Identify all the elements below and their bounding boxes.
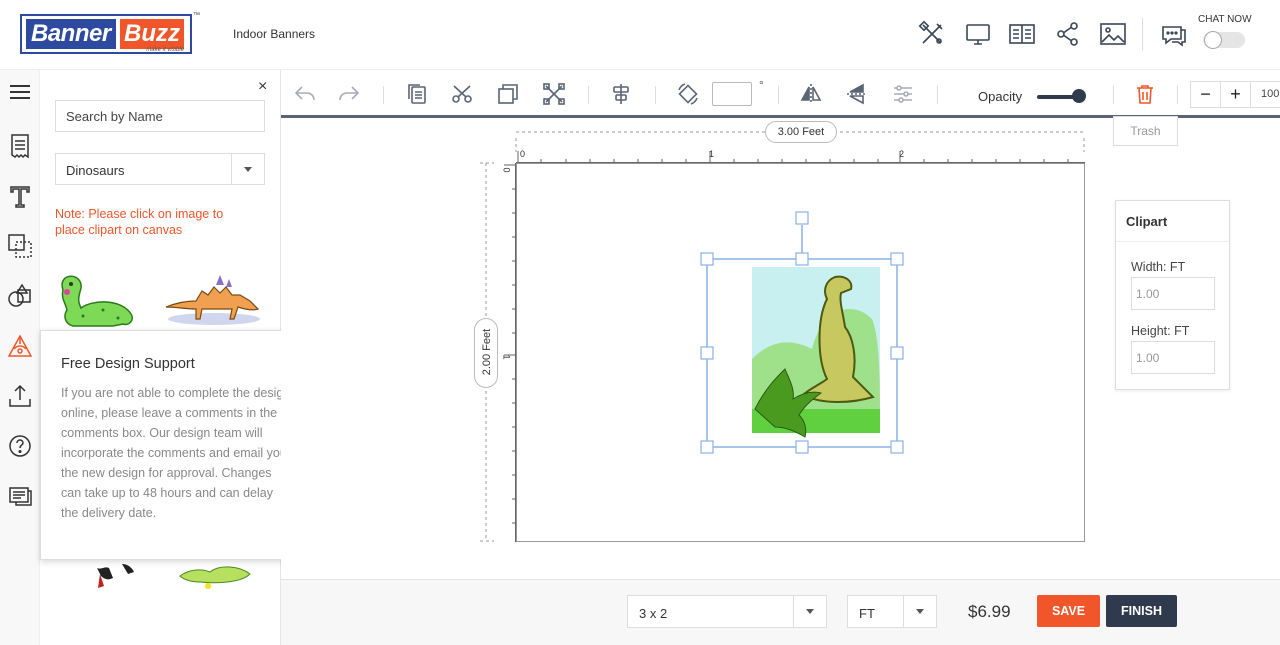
flip-vertical-icon[interactable] — [845, 82, 869, 106]
price-display: $6.99 — [968, 602, 1011, 621]
rotate-icon[interactable] — [676, 82, 700, 106]
trash-tooltip: Trash — [1113, 116, 1178, 146]
menu-icon[interactable] — [6, 78, 34, 106]
category-select-value: Dinosaurs — [66, 163, 125, 178]
image-gallery-icon[interactable] — [1099, 20, 1127, 48]
clipart-note: Note: Please click on image to place cli… — [55, 207, 224, 237]
unit-select[interactable]: FT — [847, 595, 937, 628]
clipart-icon[interactable] — [6, 332, 34, 360]
canvas-width-label: 3.00 Feet — [765, 121, 837, 143]
adjustments-icon[interactable] — [891, 82, 915, 106]
design-canvas[interactable] — [516, 163, 1085, 542]
zoom-out-button[interactable]: − — [1191, 82, 1221, 107]
delete-x-icon[interactable] — [542, 82, 566, 106]
top-header: Banner Buzz make it visible ™ Indoor Ban… — [0, 0, 1280, 70]
clipart-height-label: Height: FT — [1131, 324, 1190, 338]
clipart-dino-green[interactable] — [53, 270, 163, 336]
undo-icon[interactable] — [293, 82, 317, 106]
rotation-input[interactable] — [712, 82, 752, 106]
category-select[interactable]: Dinosaurs — [55, 153, 265, 185]
cut-icon[interactable] — [450, 82, 474, 106]
chat-icon[interactable] — [1160, 21, 1188, 49]
logo-tagline: make it visible — [146, 47, 184, 53]
top-ruler — [516, 151, 1085, 163]
zoom-value[interactable]: 100 — [1261, 88, 1279, 100]
templates-icon[interactable] — [6, 132, 34, 160]
clipart-width-input[interactable]: 1.00 — [1131, 277, 1215, 310]
clipart-width-label: Width: FT — [1131, 260, 1186, 274]
chat-now-label: CHAT NOW — [1198, 14, 1252, 25]
chevron-down-icon — [903, 596, 936, 627]
redo-icon[interactable] — [337, 82, 361, 106]
upload-icon[interactable] — [6, 382, 34, 410]
preview-monitor-icon[interactable] — [964, 20, 992, 48]
toolbar-divider — [1177, 86, 1178, 104]
clipart-dino-ankylosaur[interactable] — [162, 273, 268, 327]
ruler-top-label-0: 0 — [520, 149, 526, 159]
chevron-down-icon — [231, 154, 264, 184]
zoom-control: − + 100 — [1190, 81, 1280, 108]
unit-select-value: FT — [859, 606, 875, 621]
degree-symbol: ° — [759, 78, 764, 92]
left-ruler — [504, 163, 516, 542]
ruler-left-label-1: 1 — [501, 354, 512, 360]
toolbar-divider — [588, 86, 589, 104]
logo-banner-text: Banner — [26, 19, 116, 49]
canvas-height-pill: 2.00 Feet — [474, 318, 498, 388]
opacity-slider-handle[interactable] — [1072, 89, 1086, 103]
editor-toolbar: ° Opacity − + 100 — [281, 70, 1280, 118]
finish-button[interactable]: FINISH — [1106, 595, 1177, 627]
clipart-height-input[interactable]: 1.00 — [1131, 341, 1215, 374]
chevron-down-icon — [793, 596, 826, 627]
background-icon[interactable] — [6, 232, 34, 260]
toolbar-divider — [655, 86, 656, 104]
share-icon[interactable] — [1054, 20, 1082, 48]
templates-book-icon[interactable] — [1008, 20, 1036, 48]
clipart-search-input[interactable] — [55, 100, 265, 132]
left-tool-sidebar — [0, 70, 40, 645]
product-name: Indoor Banners — [233, 27, 316, 41]
support-title: Free Design Support — [61, 356, 195, 372]
align-center-icon[interactable] — [609, 82, 633, 106]
help-icon[interactable] — [6, 432, 34, 460]
text-tool-icon[interactable] — [6, 182, 34, 210]
save-button[interactable]: SAVE — [1037, 595, 1100, 627]
header-divider — [1142, 18, 1143, 50]
flip-horizontal-icon[interactable] — [799, 82, 823, 106]
bannerbuzz-logo[interactable]: Banner Buzz make it visible ™ — [20, 12, 200, 54]
trash-icon[interactable] — [1133, 82, 1157, 106]
panel-close-icon[interactable]: × — [258, 78, 267, 96]
clipart-properties-panel: Clipart Width: FT 1.00 Height: FT 1.00 — [1115, 200, 1230, 390]
chat-toggle-knob — [1204, 31, 1222, 49]
clipart-dino-dark[interactable] — [92, 558, 152, 590]
ruler-left-label-0: 0 — [501, 167, 512, 173]
size-select-value: 3 x 2 — [639, 606, 668, 621]
toolbar-divider — [1113, 86, 1114, 104]
opacity-label: Opacity — [978, 89, 1023, 104]
logo-buzz-text: Buzz — [120, 19, 184, 49]
canvas-height-label: 2.00 Feet — [481, 328, 493, 376]
design-support-popover: Free Design Support × If you are not abl… — [40, 330, 310, 560]
selected-clipart[interactable] — [697, 209, 907, 459]
ruler-top-label-1: 1 — [709, 149, 715, 159]
ruler-top-label-2: 2 — [899, 149, 905, 159]
design-tools-icon[interactable] — [918, 20, 946, 48]
toolbar-divider — [937, 86, 938, 104]
comments-icon[interactable] — [6, 482, 34, 510]
size-select[interactable]: 3 x 2 — [627, 595, 827, 628]
support-body: If you are not able to complete the desi… — [61, 386, 291, 520]
chat-toggle[interactable] — [1203, 31, 1245, 49]
toolbar-divider — [778, 86, 779, 104]
logo-trademark: ™ — [193, 12, 200, 19]
clipart-properties-title: Clipart — [1116, 201, 1229, 242]
clipart-dino-yellow[interactable] — [178, 556, 258, 590]
zoom-in-button[interactable]: + — [1221, 82, 1251, 107]
duplicate-icon[interactable] — [496, 82, 520, 106]
toolbar-divider — [383, 86, 384, 104]
copy-icon[interactable] — [405, 82, 429, 106]
shapes-icon[interactable] — [6, 282, 34, 310]
